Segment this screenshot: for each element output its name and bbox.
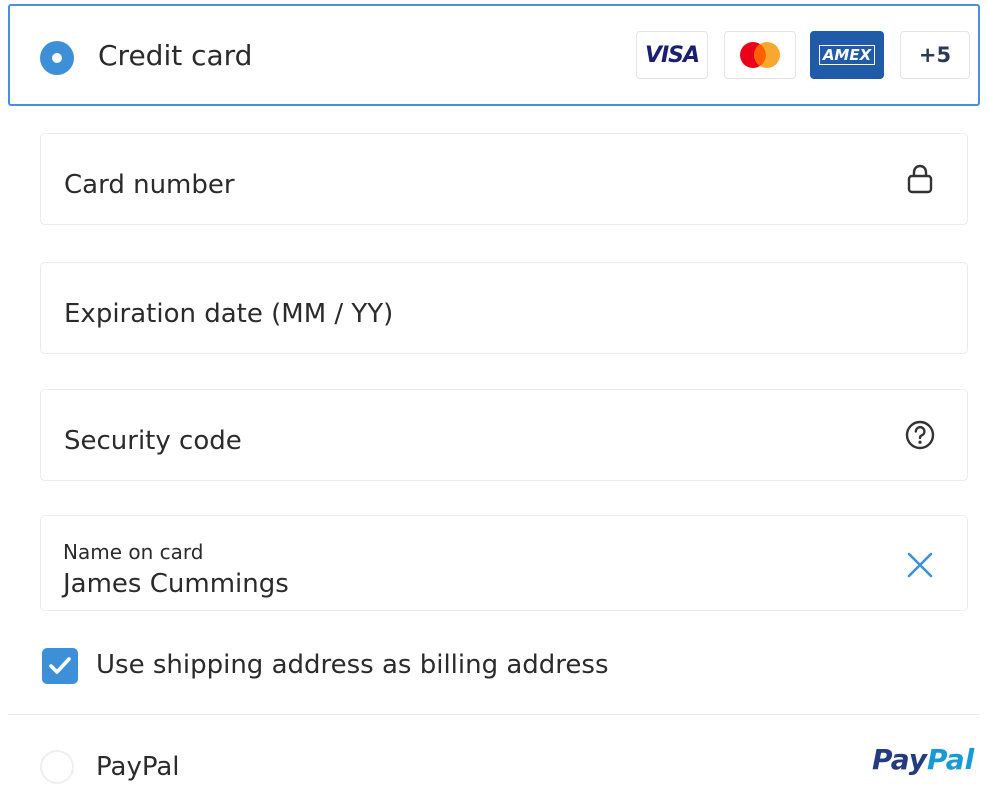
credit-card-radio[interactable] — [40, 41, 74, 75]
section-divider — [8, 714, 980, 715]
paypal-radio[interactable] — [40, 750, 74, 784]
name-on-card-value[interactable]: James Cummings — [63, 569, 289, 599]
name-on-card-field[interactable]: Name on card James Cummings — [40, 515, 968, 611]
expiration-date-placeholder: Expiration date (MM / YY) — [64, 299, 394, 329]
amex-badge: AMEX — [810, 31, 884, 79]
security-code-placeholder: Security code — [64, 426, 242, 456]
credit-card-title: Credit card — [98, 39, 253, 72]
lock-icon — [907, 164, 933, 194]
paypal-logo-pal: Pal — [927, 743, 975, 776]
card-number-placeholder: Card number — [64, 170, 235, 200]
help-circle-icon[interactable] — [903, 418, 937, 452]
security-code-field[interactable]: Security code — [40, 389, 968, 481]
name-on-card-label: Name on card — [63, 540, 204, 564]
clear-icon[interactable] — [903, 548, 937, 582]
billing-address-label[interactable]: Use shipping address as billing address — [96, 650, 609, 680]
mastercard-badge — [724, 31, 796, 79]
paypal-logo: PayPal — [872, 743, 974, 776]
credit-card-option[interactable]: Credit card VISA AMEX +5 — [8, 4, 980, 106]
paypal-logo-pay: Pay — [872, 743, 928, 776]
amex-text: AMEX — [818, 45, 876, 65]
billing-address-checkbox[interactable] — [42, 648, 78, 684]
checkmark-icon — [49, 657, 71, 674]
radio-dot — [52, 53, 62, 63]
mastercard-icon — [740, 42, 780, 68]
visa-badge: VISA — [636, 31, 708, 79]
more-cards-badge: +5 — [900, 31, 970, 79]
expiration-date-field[interactable]: Expiration date (MM / YY) — [40, 262, 968, 354]
card-number-field[interactable]: Card number — [40, 133, 968, 225]
paypal-option-label[interactable]: PayPal — [96, 752, 180, 782]
